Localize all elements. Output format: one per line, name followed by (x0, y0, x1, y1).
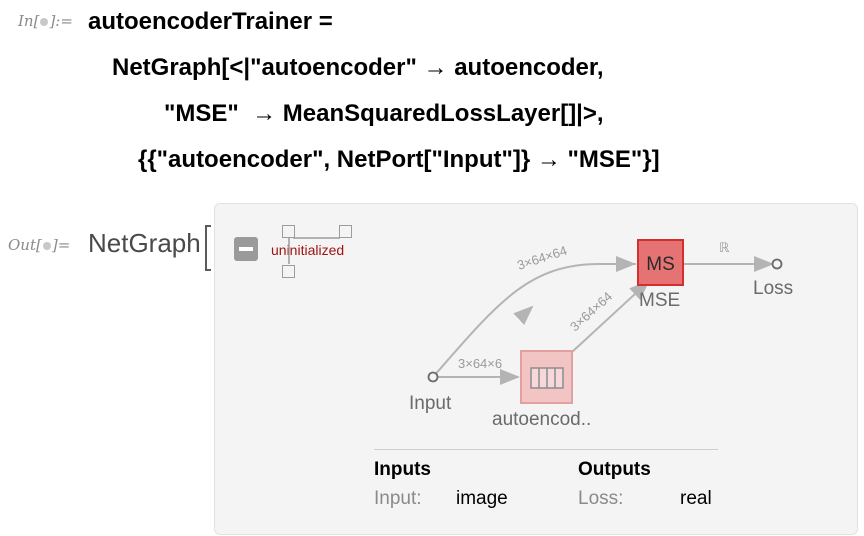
mse-node-label: MSE (639, 290, 681, 311)
edge-label-ae-mse: 3×64×64 (567, 289, 615, 335)
edge-arrow (513, 305, 534, 326)
input-value: image (456, 488, 508, 509)
output-key: Loss: (578, 488, 624, 509)
info-separator (374, 449, 718, 450)
autoencoder-node-label: autoencod.. (492, 409, 592, 430)
loss-port[interactable] (771, 258, 783, 270)
input-node-label: Input (409, 393, 452, 414)
input-key: Input: (374, 488, 422, 509)
outputs-header: Outputs (578, 459, 651, 480)
edge-label-input-ae: 3×64×6 (458, 356, 502, 371)
inputs-header: Inputs (374, 459, 431, 480)
loss-node-label: Loss (753, 278, 794, 299)
output-value: real (680, 488, 712, 509)
input-port[interactable] (427, 371, 439, 383)
edge-label-mse-loss: ℝ (719, 241, 730, 256)
netgraph-diagram: MS 3×64×64 3×64×64 3×64×6 ℝ (288, 237, 783, 404)
mse-box-text: MS (646, 254, 675, 275)
